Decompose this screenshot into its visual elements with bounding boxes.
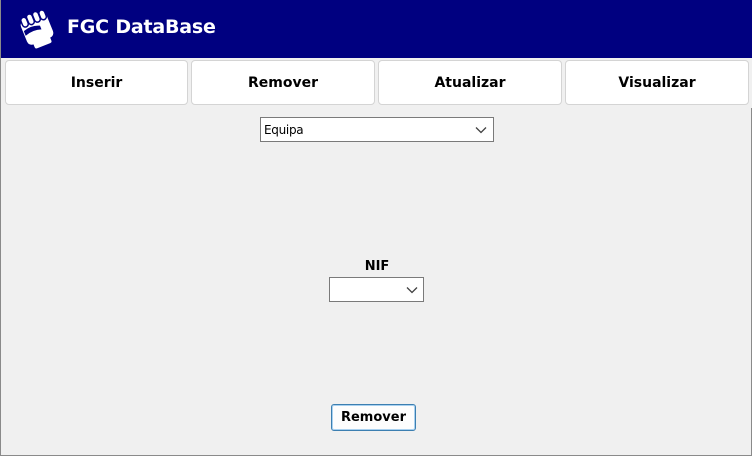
table-select[interactable]: Equipa — [260, 117, 494, 142]
fist-icon — [20, 9, 54, 49]
remover-button[interactable]: Remover — [331, 404, 416, 431]
nav-bar: Inserir Remover Atualizar Visualizar — [1, 58, 752, 108]
nif-select[interactable] — [329, 277, 424, 302]
nav-inserir-button[interactable]: Inserir — [5, 60, 188, 105]
nav-visualizar-button[interactable]: Visualizar — [565, 60, 749, 105]
nif-label: NIF — [364, 259, 390, 274]
table-select-value: Equipa — [264, 122, 304, 137]
nav-remover-button[interactable]: Remover — [191, 60, 375, 105]
chevron-down-icon — [475, 126, 487, 133]
nav-atualizar-button[interactable]: Atualizar — [378, 60, 562, 105]
chevron-down-icon — [406, 286, 418, 293]
app-title: FGC DataBase — [67, 16, 216, 38]
app-window: FGC DataBase Inserir Remover Atualizar V… — [0, 0, 752, 456]
app-header: FGC DataBase — [1, 0, 752, 58]
